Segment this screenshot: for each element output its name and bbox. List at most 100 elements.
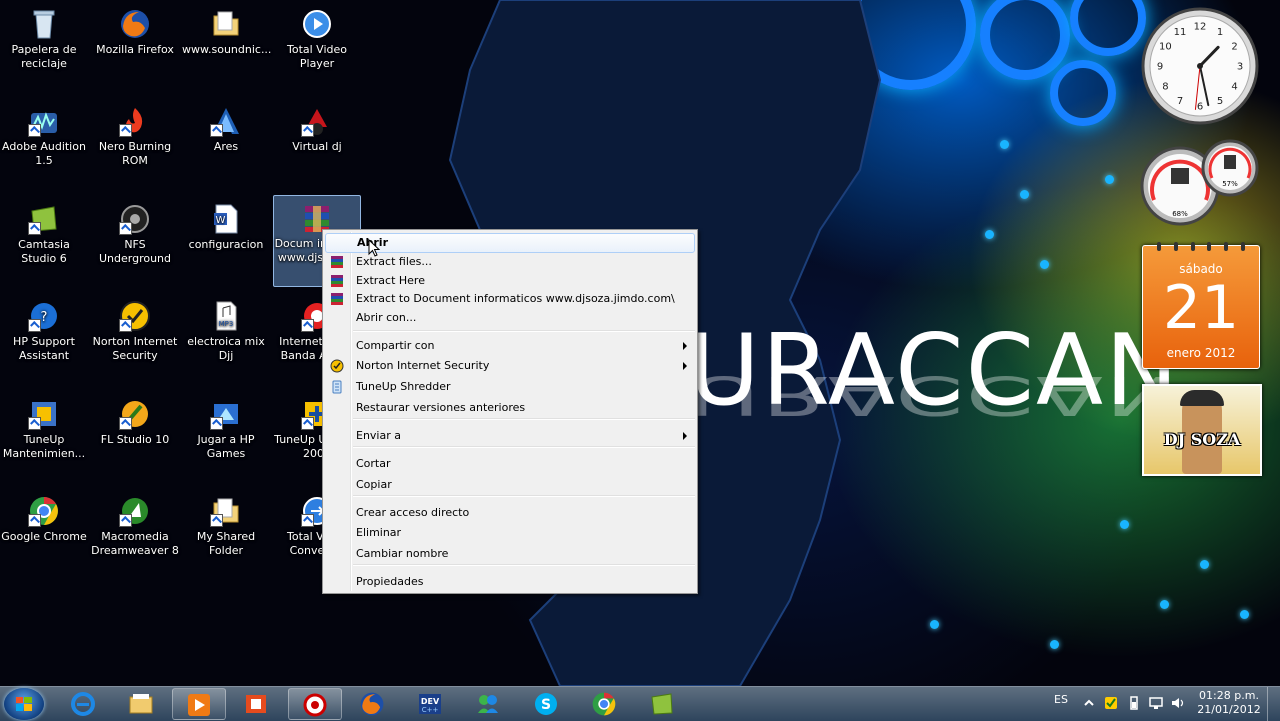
desktop-icon-adobe-audition-1-5[interactable]: Adobe Audition 1.5 [0, 105, 88, 168]
desktop-icon-configuracion[interactable]: Wconfiguracion [182, 203, 270, 252]
winrar-icon [330, 255, 344, 269]
desktop-icon-label: Camtasia Studio 6 [18, 238, 70, 265]
menu-item-restaurar-versiones-anteriores[interactable]: Restaurar versiones anteriores [325, 398, 695, 418]
menu-item-label: Restaurar versiones anteriores [356, 401, 526, 414]
desktop-icon-macromedia-dreamweaver-8[interactable]: Macromedia Dreamweaver 8 [91, 495, 179, 558]
cpu-percent: 68% [1172, 210, 1188, 218]
menu-item-norton-internet-security[interactable]: Norton Internet Security [325, 356, 695, 376]
shortcut-arrow-icon [28, 417, 41, 430]
desktop-icon-total-video-player[interactable]: Total Video Player [273, 8, 361, 71]
desktop-icon-my-shared-folder[interactable]: My Shared Folder [182, 495, 270, 558]
menu-item-extract-here[interactable]: Extract Here [325, 271, 695, 291]
clock-numeral: 3 [1237, 62, 1243, 73]
menu-item-compartir-con[interactable]: Compartir con [325, 336, 695, 356]
desktop-icon-electroica-mix-djj[interactable]: MP3 electroica mix Djj [182, 300, 270, 363]
menu-item-crear-acceso-directo[interactable]: Crear acceso directo [325, 503, 695, 523]
menu-item-tuneup-shredder[interactable]: TuneUp Shredder [325, 377, 695, 397]
clock-numeral: 1 [1217, 27, 1223, 38]
clock-numeral: 6 [1197, 102, 1203, 113]
desktop-icon-label: HP Support Assistant [13, 335, 75, 362]
wallpaper-dot [1160, 600, 1169, 609]
slideshow-gadget[interactable]: DJ SOZA [1142, 384, 1262, 476]
clock-gadget[interactable]: 1234567891011 12 [1140, 6, 1260, 126]
taskbar-button-dev-cpp[interactable]: DEV C++ [404, 688, 458, 720]
taskbar: DEV C++ S ES 01:28 p.m. 21/01/2012 [0, 686, 1280, 721]
menu-item-propiedades[interactable]: Propiedades [325, 572, 695, 592]
svg-text:W: W [216, 215, 226, 226]
taskbar-button-firefox[interactable] [346, 688, 400, 720]
system-clock[interactable]: 01:28 p.m. 21/01/2012 [1196, 689, 1262, 717]
menu-item-copiar[interactable]: Copiar [325, 475, 695, 495]
taskbar-button-camtasia-recorder[interactable] [288, 688, 342, 720]
desktop-icon-papelera-de-reciclaje[interactable]: Papelera de reciclaje [0, 8, 88, 71]
menu-item-label: Abrir con... [356, 311, 417, 324]
menu-item-label: Eliminar [356, 526, 402, 539]
menu-separator [353, 495, 695, 497]
taskbar-button-chrome[interactable] [578, 688, 632, 720]
menu-item-cortar[interactable]: Cortar [325, 454, 695, 474]
taskbar-button-skype[interactable]: S [520, 688, 574, 720]
battery-icon[interactable] [1127, 696, 1141, 710]
desktop-icon-label: Virtual dj [292, 140, 342, 153]
chrome-icon [28, 495, 60, 527]
desktop-icon-fl-studio-10[interactable]: FL Studio 10 [91, 398, 179, 447]
taskbar-button-media-player[interactable] [172, 688, 226, 720]
desktop-icon-norton-internet-security[interactable]: Norton Internet Security [91, 300, 179, 363]
network-icon[interactable] [1149, 696, 1163, 710]
desktop-icon-nfs-underground[interactable]: NFS Underground [91, 203, 179, 266]
desktop-icon-google-chrome[interactable]: Google Chrome [0, 495, 88, 544]
menu-item-eliminar[interactable]: Eliminar [325, 523, 695, 543]
menu-item-label: Norton Internet Security [356, 359, 490, 372]
audition-icon [28, 105, 60, 137]
desktop-icon-label: www.soundnic... [182, 43, 272, 56]
taskbar-button-internet-explorer[interactable] [57, 688, 111, 720]
desktop-icon-camtasia-studio-6[interactable]: Camtasia Studio 6 [0, 203, 88, 266]
menu-item-label: Cortar [356, 457, 391, 470]
photo-label: DJ SOZA [1163, 430, 1241, 449]
desktop-icon-jugar-a-hp-games[interactable]: Jugar a HP Games [182, 398, 270, 461]
volume-icon[interactable] [1171, 696, 1185, 710]
menu-item-label: Enviar a [356, 429, 401, 442]
menu-item-abrir[interactable]: Abrir [325, 233, 695, 253]
taskbar-button-windows-explorer[interactable] [115, 688, 169, 720]
dev-cpp-icon: DEV C++ [417, 691, 443, 717]
menu-item-enviar-a[interactable]: Enviar a [325, 426, 695, 446]
desktop-icon-label: NFS Underground [98, 238, 172, 265]
desktop-icon-label: Adobe Audition 1.5 [2, 140, 86, 167]
desktop-icon-virtual-dj[interactable]: Virtual dj [273, 105, 361, 154]
clock-date: 21/01/2012 [1197, 703, 1261, 716]
show-desktop-button[interactable] [1267, 687, 1280, 721]
taskbar-button-office[interactable] [230, 688, 284, 720]
cpu-meter-gadget[interactable]: 68% 57% [1140, 138, 1260, 228]
desktop-icon-www-soundnic[interactable]: www.soundnic... [182, 8, 272, 57]
desktop-icon-nero-burning-rom[interactable]: Nero Burning ROM [91, 105, 179, 168]
menu-item-extract-to-document-informaticos-www-djs[interactable]: Extract to Document informaticos www.djs… [325, 289, 695, 309]
desktop-icon-tuneup-mantenimien[interactable]: TuneUp Mantenimien... [0, 398, 88, 461]
taskbar-button-camtasia-studio[interactable] [636, 688, 690, 720]
calendar-gadget[interactable]: sábado 21 enero 2012 [1142, 242, 1260, 369]
desktop-icon-label: TuneUp Mantenimien... [2, 433, 86, 460]
menu-item-extract-files[interactable]: Extract files... [325, 252, 695, 272]
menu-item-abrir-con[interactable]: Abrir con... [325, 308, 695, 328]
menu-separator [353, 564, 695, 566]
norton-tray-icon[interactable] [1104, 696, 1118, 710]
start-button[interactable] [4, 688, 44, 720]
menu-item-label: Cambiar nombre [356, 547, 449, 560]
svg-text:?: ? [41, 310, 48, 325]
menu-item-cambiar-nombre[interactable]: Cambiar nombre [325, 544, 695, 564]
shredder-icon [330, 380, 344, 394]
taskbar-button-messenger[interactable] [462, 688, 516, 720]
desktop-icon-label: Google Chrome [1, 530, 87, 543]
desktop-icon-hp-support-assistant[interactable]: ? HP Support Assistant [0, 300, 88, 363]
language-indicator[interactable]: ES [1054, 693, 1068, 706]
firefox-icon [119, 8, 151, 40]
shortcut-arrow-icon [119, 514, 132, 527]
desktop-icon-mozilla-firefox[interactable]: Mozilla Firefox [91, 8, 179, 57]
svg-text:C++: C++ [422, 706, 439, 714]
desktop-icon-ares[interactable]: Ares [182, 105, 270, 154]
desktop-icon-label: Jugar a HP Games [197, 433, 255, 460]
wallpaper-dot [1200, 560, 1209, 569]
menu-item-label: Copiar [356, 478, 392, 491]
wallpaper-dot [1240, 610, 1249, 619]
show-hidden-icons-icon[interactable] [1082, 696, 1096, 710]
